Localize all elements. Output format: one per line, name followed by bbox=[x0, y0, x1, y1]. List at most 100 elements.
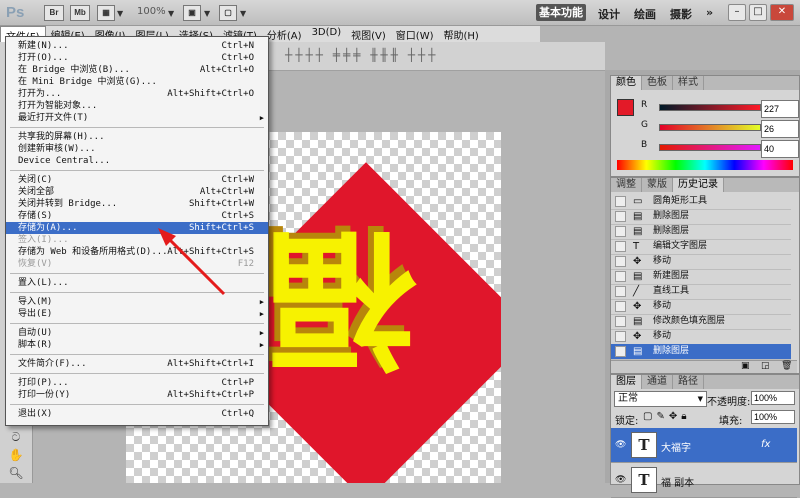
tab-swatches[interactable]: 色板 bbox=[642, 76, 673, 90]
chevron-down-icon[interactable]: ▼ bbox=[204, 9, 210, 18]
workspace-painting-button[interactable]: 绘画 bbox=[634, 6, 656, 22]
menu-item[interactable]: 文件简介(F)... Alt+Shift+Ctrl+I bbox=[6, 358, 268, 370]
history-checkbox[interactable] bbox=[615, 286, 626, 297]
chevron-down-icon[interactable]: ▼ bbox=[168, 9, 174, 18]
more-workspaces-icon[interactable]: » bbox=[706, 6, 713, 19]
history-item[interactable]: ▤ 删除图层 bbox=[611, 344, 791, 360]
layer-name[interactable]: 大福字 bbox=[661, 439, 691, 454]
history-item[interactable]: ▤ 删除图层 bbox=[611, 224, 791, 240]
menu-item[interactable]: Device Central... bbox=[6, 155, 268, 167]
eye-icon[interactable]: 👁︎ bbox=[615, 440, 626, 450]
menu-help[interactable]: 帮助(H) bbox=[439, 26, 484, 42]
color-spectrum-bar[interactable] bbox=[617, 160, 793, 170]
eye-icon[interactable]: 👁︎ bbox=[615, 475, 626, 485]
layer-row[interactable]: 👁︎ T 大福字 fx bbox=[611, 428, 797, 463]
history-item[interactable]: ▤ 删除图层 bbox=[611, 209, 791, 225]
red-slider[interactable]: R bbox=[641, 100, 799, 118]
history-checkbox[interactable] bbox=[615, 241, 626, 252]
new-snapshot-icon[interactable]: ◲ bbox=[761, 361, 770, 371]
history-checkbox[interactable] bbox=[615, 346, 626, 357]
workspace-photography-button[interactable]: 摄影 bbox=[670, 6, 692, 22]
lasso-icon[interactable]: ට bbox=[8, 430, 24, 444]
history-item[interactable]: ✥ 移动 bbox=[611, 254, 791, 270]
green-gradient-bar[interactable] bbox=[659, 124, 761, 131]
history-checkbox[interactable] bbox=[615, 316, 626, 327]
tab-styles[interactable]: 样式 bbox=[673, 76, 704, 90]
tab-layers[interactable]: 图层 bbox=[611, 375, 642, 389]
screen-mode-icon[interactable]: ▢ bbox=[219, 5, 237, 21]
green-slider[interactable]: G bbox=[641, 120, 799, 138]
fx-icon[interactable]: fx bbox=[761, 439, 770, 450]
menu-item[interactable]: 存储(S) Ctrl+S bbox=[6, 210, 268, 222]
foreground-color-swatch[interactable] bbox=[617, 99, 634, 116]
minimize-button[interactable]: – bbox=[728, 4, 746, 21]
history-item[interactable]: ╱ 直线工具 bbox=[611, 284, 791, 300]
history-checkbox[interactable] bbox=[615, 211, 626, 222]
menu-item[interactable]: 关闭(C) Ctrl+W bbox=[6, 174, 268, 186]
menu-item[interactable]: 导入(M) ▶ bbox=[6, 296, 268, 308]
menu-window[interactable]: 窗口(W) bbox=[391, 26, 439, 42]
workspace-design-button[interactable]: 设计 bbox=[598, 6, 620, 22]
green-value-input[interactable] bbox=[761, 120, 799, 138]
extras-icon[interactable]: ▦ bbox=[97, 5, 115, 21]
menu-item[interactable]: 打印一份(Y) Alt+Shift+Ctrl+P bbox=[6, 389, 268, 401]
menu-item[interactable]: 脚本(R) ▶ bbox=[6, 339, 268, 351]
menu-item[interactable]: 打开(O)... Ctrl+O bbox=[6, 52, 268, 64]
menu-view[interactable]: 视图(V) bbox=[346, 26, 391, 42]
history-item[interactable]: T 编辑文字图层 bbox=[611, 239, 791, 255]
history-item[interactable]: ✥ 移动 bbox=[611, 299, 791, 315]
layer-row[interactable]: 👁︎ T 福 副本 bbox=[611, 463, 797, 498]
lock-icons[interactable]: ▢✎✥🔒︎ bbox=[643, 411, 691, 422]
opacity-input[interactable] bbox=[751, 391, 795, 405]
tab-adjustments[interactable]: 调整 bbox=[611, 178, 642, 192]
menu-item[interactable]: 打开为智能对象... bbox=[6, 100, 268, 112]
blend-mode-select[interactable]: 正常 ▼ bbox=[614, 391, 707, 407]
hand-icon[interactable]: ✋ bbox=[8, 448, 24, 462]
menu-item[interactable]: 导出(E) ▶ bbox=[6, 308, 268, 320]
blue-value-input[interactable] bbox=[761, 140, 799, 158]
tab-paths[interactable]: 路径 bbox=[673, 375, 704, 389]
menu-item[interactable]: 新建(N)... Ctrl+N bbox=[6, 40, 268, 52]
menu-item[interactable]: 打开为... Alt+Shift+Ctrl+O bbox=[6, 88, 268, 100]
tab-history[interactable]: 历史记录 bbox=[673, 178, 724, 192]
history-checkbox[interactable] bbox=[615, 331, 626, 342]
tab-channels[interactable]: 通道 bbox=[642, 375, 673, 389]
menu-item[interactable]: 创建新审核(W)... bbox=[6, 143, 268, 155]
zoom-level[interactable]: 100% bbox=[137, 6, 166, 17]
bridge-button[interactable]: Br bbox=[44, 5, 64, 21]
history-checkbox[interactable] bbox=[615, 226, 626, 237]
align-icons[interactable]: ┼┼┼┼ ╪╪╪ ╫╫╫ ┼┼┼ bbox=[285, 48, 438, 62]
menu-item[interactable]: 关闭并转到 Bridge... Shift+Ctrl+W bbox=[6, 198, 268, 210]
red-value-input[interactable] bbox=[761, 100, 799, 118]
menu-3d[interactable]: 3D(D) bbox=[307, 26, 347, 42]
history-item[interactable]: ▭ 圆角矩形工具 bbox=[611, 194, 791, 210]
mini-bridge-button[interactable]: Mb bbox=[70, 5, 90, 21]
menu-item[interactable]: 退出(X) Ctrl+Q bbox=[6, 408, 268, 420]
maximize-button[interactable]: □ bbox=[749, 4, 767, 21]
history-checkbox[interactable] bbox=[615, 256, 626, 267]
chevron-down-icon[interactable]: ▼ bbox=[240, 9, 246, 18]
menu-item[interactable]: 最近打开文件(T) ▶ bbox=[6, 112, 268, 124]
chevron-down-icon[interactable]: ▼ bbox=[117, 9, 123, 18]
history-item[interactable]: ▤ 新建图层 bbox=[611, 269, 791, 285]
history-checkbox[interactable] bbox=[615, 271, 626, 282]
close-button[interactable]: ✕ bbox=[770, 4, 794, 21]
menu-item[interactable]: 在 Mini Bridge 中浏览(G)... bbox=[6, 76, 268, 88]
menu-item[interactable]: 存储为(A)... Shift+Ctrl+S bbox=[6, 222, 268, 234]
menu-item[interactable]: 关闭全部 Alt+Ctrl+W bbox=[6, 186, 268, 198]
blue-slider[interactable]: B bbox=[641, 140, 799, 158]
menu-item[interactable]: 置入(L)... bbox=[6, 277, 268, 289]
blue-gradient-bar[interactable] bbox=[659, 144, 761, 151]
menu-item[interactable]: 自动(U) ▶ bbox=[6, 327, 268, 339]
history-checkbox[interactable] bbox=[615, 301, 626, 312]
menu-item[interactable]: 打印(P)... Ctrl+P bbox=[6, 377, 268, 389]
menu-item[interactable]: 在 Bridge 中浏览(B)... Alt+Ctrl+O bbox=[6, 64, 268, 76]
new-document-icon[interactable]: ▣ bbox=[741, 361, 750, 371]
zoom-icon[interactable]: 🔍︎ bbox=[8, 466, 24, 480]
menu-item[interactable]: 存储为 Web 和设备所用格式(D)... Alt+Shift+Ctrl+S bbox=[6, 246, 268, 258]
tab-masks[interactable]: 蒙版 bbox=[642, 178, 673, 192]
history-item[interactable]: ▤ 修改颜色填充图层 bbox=[611, 314, 791, 330]
history-checkbox[interactable] bbox=[615, 196, 626, 207]
arrange-documents-icon[interactable]: ▣ bbox=[183, 5, 201, 21]
red-gradient-bar[interactable] bbox=[659, 104, 761, 111]
